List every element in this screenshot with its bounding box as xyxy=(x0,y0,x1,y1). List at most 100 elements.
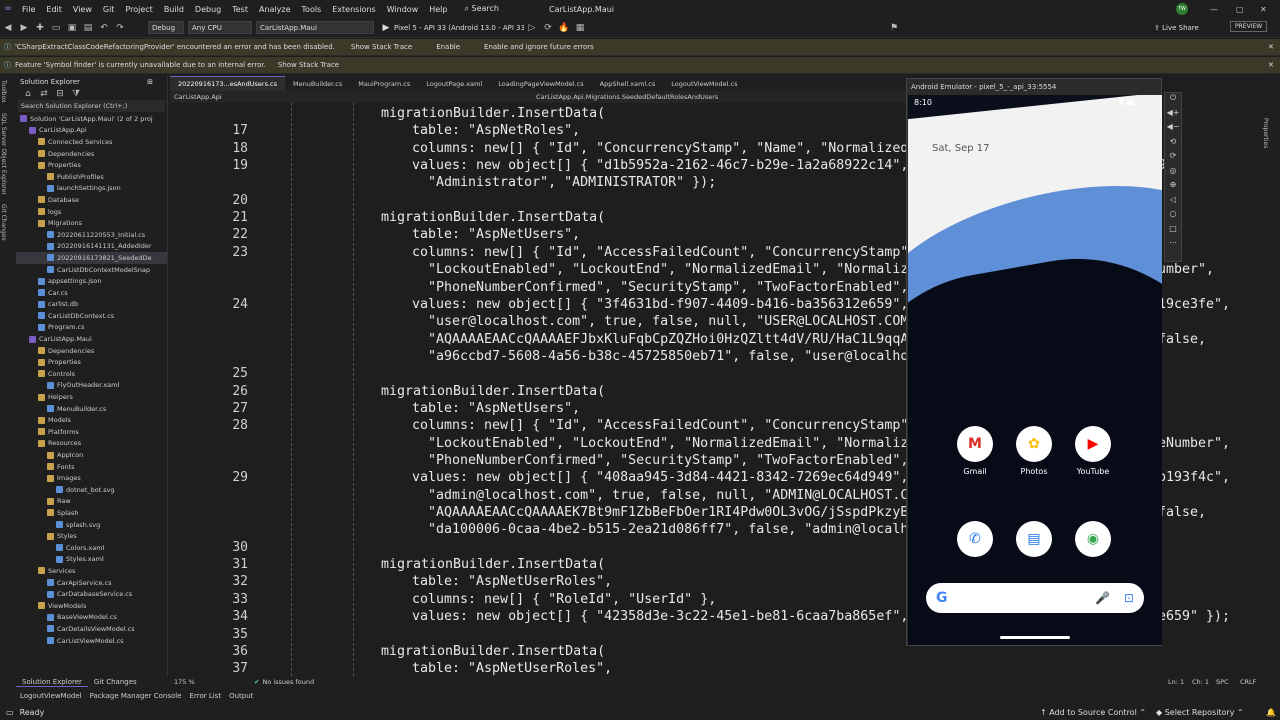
start-without-debug-icon[interactable]: ▷ xyxy=(526,22,538,34)
avatar[interactable]: TW xyxy=(1176,3,1188,15)
editor-tab[interactable]: LoadingPageViewModel.cs xyxy=(490,76,591,91)
filter-icon[interactable]: ⧩ xyxy=(70,88,82,100)
tree-item[interactable]: 20220611220553_Initial.cs xyxy=(16,229,167,241)
tree-item[interactable]: dotnet_bot.svg xyxy=(16,484,167,496)
code-line[interactable]: "AQAAAAEAACcQAAAAEFJbxKluFqbCpZQZHoi0HzQ… xyxy=(428,332,924,347)
power-icon[interactable]: ⏻ xyxy=(1165,93,1181,108)
enable-link[interactable]: Enable xyxy=(436,43,460,51)
new-item-icon[interactable]: ✚ xyxy=(34,22,46,34)
back-icon[interactable]: ◀ xyxy=(2,22,14,34)
project-selector[interactable]: CarListApp.Api xyxy=(170,93,350,101)
project-dropdown[interactable]: CarListApp.Maui xyxy=(256,21,374,34)
app-messages[interactable]: ▤ xyxy=(1012,521,1056,562)
menu-item-build[interactable]: Build xyxy=(164,5,184,14)
code-line[interactable]: values: new object[] { "42358d3e-3c22-45… xyxy=(412,609,924,624)
menu-item-test[interactable]: Test xyxy=(232,5,248,14)
tree-item[interactable]: Splash xyxy=(16,507,167,519)
live-share-button[interactable]: ⇪ Live Share xyxy=(1154,24,1199,32)
right-rail-tab[interactable]: Properties xyxy=(1262,118,1269,148)
device-dropdown[interactable]: Pixel 5 - API 33 (Android 13.0 - API 33) xyxy=(394,24,524,32)
zoom-icon[interactable]: ⊕ xyxy=(1165,180,1181,195)
maximize-button[interactable]: ▢ xyxy=(1236,5,1244,14)
menu-item-view[interactable]: View xyxy=(73,5,92,14)
menu-item-window[interactable]: Window xyxy=(387,5,419,14)
select-repo-button[interactable]: ◆ Select Repository ⌃ xyxy=(1156,708,1244,717)
app-gmail[interactable]: M Gmail xyxy=(953,426,997,476)
left-rail-tab[interactable]: Toolbox xyxy=(0,80,7,103)
android-emulator-window[interactable]: Android Emulator - pixel_5_-_api_33:5554… xyxy=(906,78,1162,646)
bottom-tab[interactable]: LogoutViewModel xyxy=(16,692,86,700)
tree-item[interactable]: CarListViewModel.cs xyxy=(16,635,167,647)
left-rail-tab[interactable]: SQL Server Object Explorer xyxy=(0,113,7,195)
google-search-bar[interactable]: G 🎤 ⊡ xyxy=(926,583,1144,613)
menu-item-file[interactable]: File xyxy=(22,5,35,14)
tree-item[interactable]: Car.cs xyxy=(16,287,167,299)
tree-item[interactable]: Styles.xaml xyxy=(16,554,167,566)
tree-item[interactable]: 20220916141131_AddedIder xyxy=(16,241,167,253)
bookmark-icon[interactable]: ⚑ xyxy=(888,22,900,34)
tree-item[interactable]: splash.svg xyxy=(16,519,167,531)
tree-item[interactable]: launchSettings.json xyxy=(16,183,167,195)
tree-item[interactable]: CarDatabaseService.cs xyxy=(16,588,167,600)
layout-icon[interactable]: ▦ xyxy=(574,22,586,34)
bottom-tab[interactable]: Output xyxy=(225,692,257,700)
hot-reload-icon[interactable]: 🔥 xyxy=(558,22,570,34)
menu-item-edit[interactable]: Edit xyxy=(46,5,62,14)
tree-item[interactable]: PublishProfiles xyxy=(16,171,167,183)
code-line-tail[interactable]: false, xyxy=(1158,332,1206,347)
home-nav-icon[interactable]: ○ xyxy=(1165,209,1181,224)
close-button[interactable]: ✕ xyxy=(1260,5,1267,14)
tree-item[interactable]: appsettings.json xyxy=(16,275,167,287)
code-line[interactable]: columns: new[] { "Id", "ConcurrencyStamp… xyxy=(412,141,924,156)
code-line-tail[interactable]: 19ce3fe", xyxy=(1158,297,1230,312)
tree-item[interactable]: BaseViewModel.cs xyxy=(16,612,167,624)
gesture-bar[interactable] xyxy=(1000,636,1070,639)
search-button[interactable]: ⌕ Search xyxy=(464,4,499,14)
volume-up-icon[interactable]: ◀+ xyxy=(1165,108,1181,123)
code-line[interactable]: migrationBuilder.InsertData( xyxy=(381,106,605,121)
tree-item[interactable]: CarDetailsViewModel.cs xyxy=(16,623,167,635)
code-line[interactable]: migrationBuilder.InsertData( xyxy=(381,557,605,572)
editor-tab[interactable]: 20220916173...esAndUsers.cs xyxy=(170,76,285,91)
code-line[interactable]: "PhoneNumberConfirmed", "SecurityStamp",… xyxy=(428,453,924,468)
redo-icon[interactable]: ↷ xyxy=(114,22,126,34)
menu-item-git[interactable]: Git xyxy=(103,5,115,14)
more-icon[interactable]: ⋯ xyxy=(1165,238,1181,253)
show-stack-trace-link[interactable]: Show Stack Trace xyxy=(351,43,412,51)
editor-scrollbar[interactable] xyxy=(1248,103,1260,676)
tree-item[interactable]: CarApiService.cs xyxy=(16,577,167,589)
volume-down-icon[interactable]: ◀− xyxy=(1165,122,1181,137)
tree-item[interactable]: Raw xyxy=(16,496,167,508)
sync-icon[interactable]: ⇄ xyxy=(38,88,50,100)
app-phone[interactable]: ✆ xyxy=(953,521,997,562)
tree-item[interactable]: carlist.db xyxy=(16,299,167,311)
run-icon[interactable]: ▶ xyxy=(380,22,392,34)
code-line[interactable]: "LockoutEnabled", "LockoutEnd", "Normali… xyxy=(428,436,924,451)
tree-item[interactable]: MenuBuilder.cs xyxy=(16,403,167,415)
enable-ignore-link[interactable]: Enable and ignore future errors xyxy=(484,43,594,51)
tree-item[interactable]: Database xyxy=(16,194,167,206)
code-line[interactable]: values: new object[] { "408aa945-3d84-44… xyxy=(412,470,924,485)
code-line[interactable]: "Administrator", "ADMINISTRATOR" }); xyxy=(428,175,716,190)
code-line[interactable]: migrationBuilder.InsertData( xyxy=(381,210,605,225)
tree-item[interactable]: logs xyxy=(16,206,167,218)
code-line[interactable]: values: new object[] { "3f4631bd-f907-44… xyxy=(412,297,924,312)
rotate-left-icon[interactable]: ⟲ xyxy=(1165,137,1181,152)
open-icon[interactable]: ▭ xyxy=(50,22,62,34)
editor-tab[interactable]: AppShell.xaml.cs xyxy=(592,76,664,91)
tree-item[interactable]: Connected Services xyxy=(16,136,167,148)
undo-icon[interactable]: ↶ xyxy=(98,22,110,34)
tree-item[interactable]: Dependencies xyxy=(16,345,167,357)
code-line[interactable]: "AQAAAAEAACcQAAAAEK7Bt9mF1ZbBeFbOer1RI4P… xyxy=(428,505,924,520)
code-line[interactable]: table: "AspNetRoles", xyxy=(412,123,580,138)
platform-dropdown[interactable]: Any CPU xyxy=(188,21,252,34)
minimize-button[interactable]: — xyxy=(1210,5,1218,14)
back-nav-icon[interactable]: ◁ xyxy=(1165,195,1181,210)
tree-item[interactable]: Styles xyxy=(16,530,167,542)
code-line[interactable]: "user@localhost.com", true, false, null,… xyxy=(428,314,924,329)
editor-tab[interactable]: MenuBuilder.cs xyxy=(285,76,350,91)
screenshot-icon[interactable]: ◎ xyxy=(1165,166,1181,181)
tree-item[interactable]: CarListDbContextModelSnap xyxy=(16,264,167,276)
se-search-input[interactable]: Search Solution Explorer (Ctrl+;) xyxy=(18,100,165,112)
lens-icon[interactable]: ⊡ xyxy=(1124,591,1134,605)
